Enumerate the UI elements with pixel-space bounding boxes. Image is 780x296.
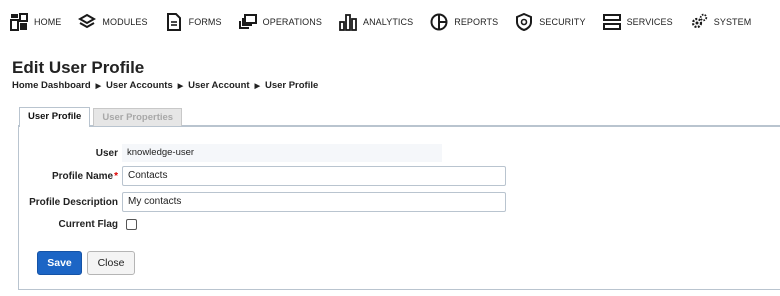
breadcrumb-user-profile: User Profile — [264, 80, 319, 91]
nav-item-analytics[interactable]: ANALYTICS — [339, 13, 413, 31]
tab-bar: User Profile User Properties — [19, 107, 183, 127]
breadcrumb-user-account[interactable]: User Account — [188, 80, 249, 91]
nav-item-forms[interactable]: FORMS — [165, 13, 222, 31]
nav-label-home: HOME — [34, 17, 62, 27]
modules-chevrons-icon — [78, 13, 97, 31]
breadcrumb-separator-icon: ▶ — [254, 82, 260, 90]
current-flag-row: Current Flag — [18, 219, 137, 230]
profile-description-input[interactable]: My contacts — [122, 192, 506, 212]
profile-description-row: Profile Description My contacts — [18, 192, 506, 212]
breadcrumb-separator-icon: ▶ — [95, 82, 102, 90]
profile-name-label: Profile Name* — [18, 171, 122, 182]
nav-item-security[interactable]: SECURITY — [515, 13, 585, 31]
top-navigation: HOME MODULES FORMS OPERATIONS ANALYTICS … — [0, 0, 780, 44]
page-title: Edit User Profile — [12, 58, 145, 77]
save-button[interactable]: Save — [37, 251, 82, 275]
operations-stacked-windows-icon — [238, 13, 257, 31]
nav-label-system: SYSTEM — [713, 17, 752, 27]
nav-label-forms: FORMS — [188, 17, 222, 27]
breadcrumb-separator-icon: ▶ — [177, 82, 184, 90]
profile-name-input[interactable]: Contacts — [122, 166, 506, 186]
tab-user-profile[interactable]: User Profile — [19, 107, 91, 127]
nav-label-services: SERVICES — [626, 17, 673, 27]
nav-item-operations[interactable]: OPERATIONS — [238, 13, 322, 31]
user-value: knowledge-user — [122, 144, 442, 162]
profile-name-label-text: Profile Name — [51, 170, 114, 182]
nav-item-modules[interactable]: MODULES — [78, 13, 148, 31]
user-label: User — [95, 147, 118, 159]
current-flag-label: Current Flag — [58, 219, 118, 230]
user-row: User knowledge-user — [18, 144, 442, 162]
close-button[interactable]: Close — [87, 251, 135, 275]
breadcrumb: Home Dashboard ▶ User Accounts ▶ User Ac… — [12, 80, 318, 91]
home-grid-icon — [10, 13, 28, 31]
nav-label-operations: OPERATIONS — [262, 17, 322, 27]
forms-document-icon — [165, 13, 183, 31]
nav-label-security: SECURITY — [539, 17, 586, 27]
nav-label-reports: REPORTS — [454, 17, 499, 27]
system-gears-icon — [690, 13, 708, 31]
required-marker: * — [114, 170, 118, 182]
nav-item-system[interactable]: SYSTEM — [690, 13, 752, 31]
breadcrumb-home-dashboard[interactable]: Home Dashboard — [12, 80, 91, 91]
tab-user-properties[interactable]: User Properties — [93, 108, 183, 126]
security-shield-icon — [515, 13, 533, 31]
reports-pie-chart-icon — [430, 13, 448, 31]
nav-item-home[interactable]: HOME — [10, 13, 61, 31]
breadcrumb-user-accounts[interactable]: User Accounts — [106, 80, 173, 91]
services-server-icon — [602, 13, 621, 31]
nav-item-services[interactable]: SERVICES — [602, 13, 673, 31]
nav-label-analytics: ANALYTICS — [362, 17, 414, 27]
nav-item-reports[interactable]: REPORTS — [430, 13, 498, 31]
analytics-bar-chart-icon — [339, 13, 357, 31]
profile-description-label: Profile Description — [29, 196, 118, 208]
nav-label-modules: MODULES — [102, 17, 148, 27]
profile-name-row: Profile Name* Contacts — [18, 166, 506, 186]
current-flag-checkbox[interactable] — [126, 219, 137, 230]
